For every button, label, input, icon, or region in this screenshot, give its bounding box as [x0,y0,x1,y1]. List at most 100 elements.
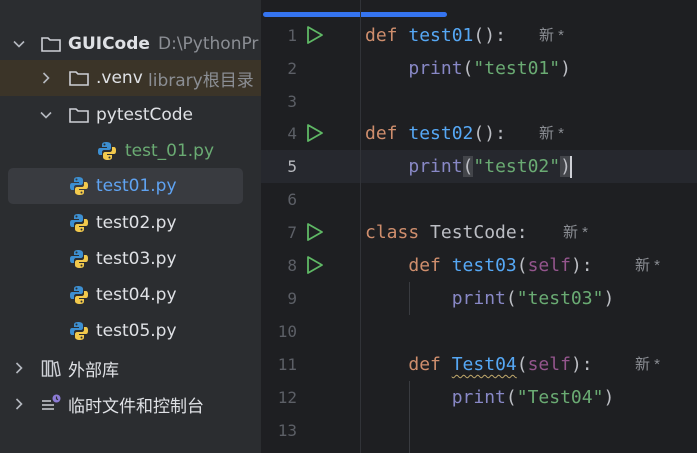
tree-item-pytestcode[interactable]: pytestCode [0,97,261,133]
matched-brace: ( [462,156,474,177]
run-icon[interactable] [305,222,325,242]
string-literal: "test02" [473,156,561,177]
punctuation: (): [473,123,506,144]
text-caret [569,156,572,178]
tree-item-label: test03.py [96,249,177,269]
tree-item-venv[interactable]: .venv library根目录 [0,60,261,96]
punctuation: ( [505,288,517,309]
function-name-warning: Test04 [451,354,517,375]
tree-item-test-01[interactable]: test_01.py [0,133,261,169]
tree-item-file[interactable]: test03.py [0,241,261,277]
tree-item-label: GUICode [68,34,150,54]
chevron-right-icon[interactable] [13,398,25,410]
tree-item-file[interactable]: test05.py [0,313,261,349]
python-icon [68,320,90,342]
tree-item-file[interactable]: test04.py [0,277,261,313]
scratches-icon [40,393,62,415]
horizontal-scrollbar-thumb[interactable] [263,12,447,17]
line-number: 10 [277,322,297,341]
tree-item-path-hint: D:\PythonPr [158,34,259,54]
code-line[interactable]: print("test01") [365,52,571,85]
tree-item-label: 临时文件和控制台 [68,396,204,417]
code-line[interactable]: class TestCode: [365,216,528,249]
chevron-right-icon[interactable] [40,72,52,84]
code-line[interactable]: def Test04(self): [365,348,593,381]
string-literal: "Test04" [516,387,604,408]
tree-item-label: test_01.py [125,141,215,161]
folder-icon [68,104,90,126]
tree-item-hint: library根目录 [148,70,254,91]
tree-item-label: 外部库 [68,360,119,381]
line-number: 11 [277,355,297,374]
inlay-badge[interactable]: 新 * [635,348,660,381]
function-name: test03 [451,255,517,276]
code-line[interactable]: def test01(): [365,19,506,52]
run-icon[interactable] [305,255,325,275]
project-tree: GUICode D:\PythonPr .venv library根目录 pyt… [0,0,261,453]
builtin-name: print [451,387,506,408]
line-number: 8 [287,256,297,275]
keyword: def [408,255,441,276]
line-number: 4 [287,124,297,143]
line-number: 1 [287,26,297,45]
tree-item-label: .venv [96,68,143,88]
chevron-down-icon[interactable] [13,38,25,50]
python-icon [68,284,90,306]
class-name: TestCode [430,222,517,243]
builtin-name: print [408,156,463,177]
folder-icon [40,33,62,55]
punctuation: ) [560,58,571,79]
inlay-badge[interactable]: 新 * [539,19,564,52]
punctuation: ( [516,255,528,276]
python-icon [68,212,90,234]
punctuation: ): [570,354,593,375]
punctuation: ) [603,288,615,309]
code-line[interactable]: print("test03") [365,282,615,315]
run-icon[interactable] [305,123,325,143]
builtin-name: print [451,288,506,309]
inlay-badge[interactable]: 新 * [539,117,564,150]
string-literal: "test01" [473,58,561,79]
self-parameter: self [527,255,571,276]
punctuation: ( [516,354,528,375]
tree-item-file[interactable]: test01.py [0,168,261,204]
keyword: def [408,354,441,375]
builtin-name: print [408,58,463,79]
tree-item-label: pytestCode [96,105,194,125]
code-line-current[interactable]: print("test02") [365,150,572,183]
line-number: 7 [287,223,297,242]
code-editor[interactable]: 1 2 3 4 5 6 7 8 9 10 11 12 13 def test01… [261,0,697,453]
tree-item-root[interactable]: GUICode D:\PythonPr [0,26,261,62]
tree-item-label: test02.py [96,213,177,233]
inlay-badge[interactable]: 新 * [563,216,588,249]
gutter-separator [360,0,361,453]
tree-item-external-libraries[interactable]: 外部库 [0,350,261,386]
library-icon [40,357,62,379]
python-icon [68,248,90,270]
keyword: class [365,222,420,243]
python-icon [96,140,118,162]
chevron-down-icon[interactable] [40,109,52,121]
punctuation: ) [603,387,615,408]
function-name: test02 [408,123,474,144]
self-parameter: self [527,354,571,375]
folder-icon [68,67,90,89]
line-number-current: 5 [287,157,297,176]
punctuation: ): [570,255,593,276]
line-number: 2 [287,59,297,78]
punctuation: : [516,222,528,243]
keyword: def [365,123,398,144]
code-line[interactable]: def test03(self): [365,249,593,282]
tree-item-scratches[interactable]: 临时文件和控制台 [0,386,261,422]
code-line[interactable]: def test02(): [365,117,506,150]
punctuation: ( [462,58,474,79]
line-number: 6 [287,190,297,209]
tree-item-file[interactable]: test02.py [0,205,261,241]
tree-item-label: test04.py [96,285,177,305]
inlay-badge[interactable]: 新 * [635,249,660,282]
chevron-right-icon[interactable] [13,362,25,374]
line-number: 13 [277,421,297,440]
tree-item-label: test05.py [96,321,177,341]
run-icon[interactable] [305,25,325,45]
code-line[interactable]: print("Test04") [365,381,615,414]
